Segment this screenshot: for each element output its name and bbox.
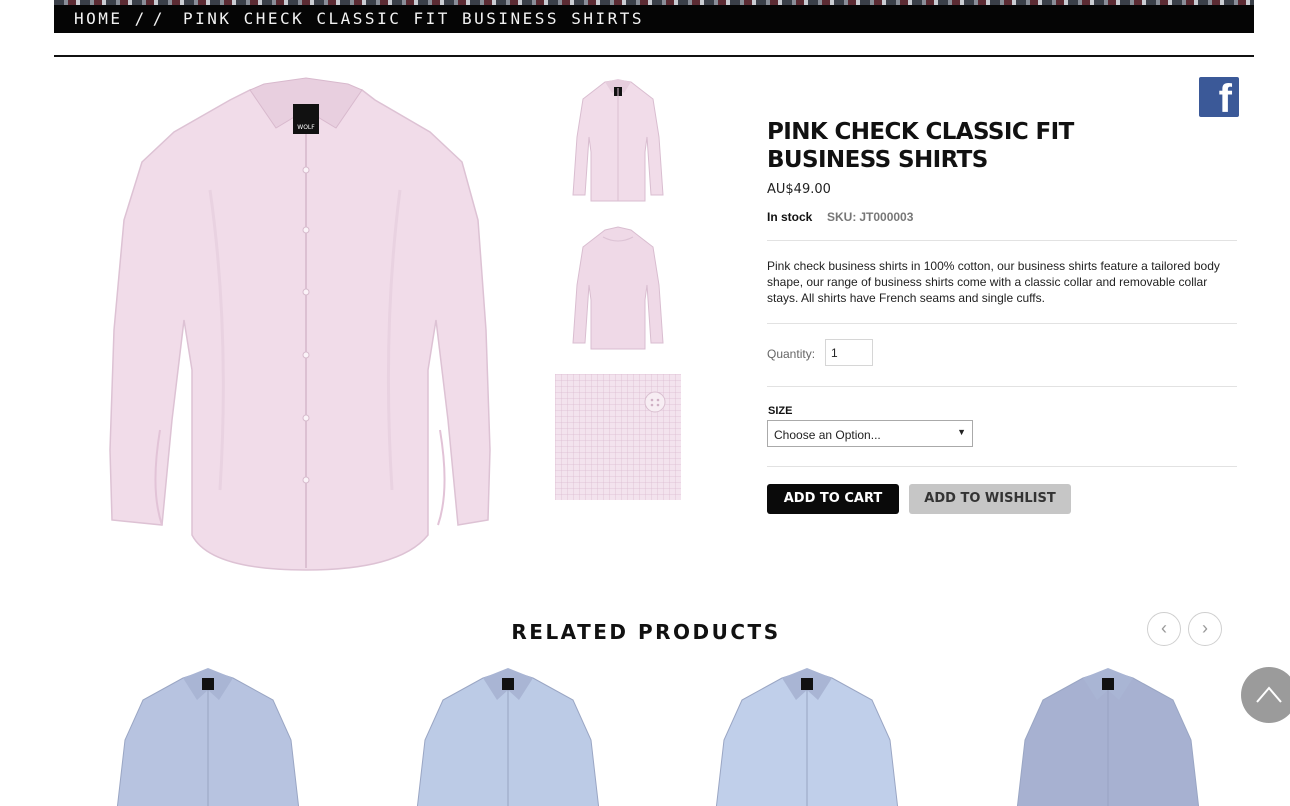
product-price: AU$49.00 xyxy=(767,182,831,197)
product-description: Pink check business shirts in 100% cotto… xyxy=(767,259,1220,305)
scroll-to-top-button[interactable] xyxy=(1241,667,1290,723)
related-product-3[interactable] xyxy=(712,660,902,806)
size-select[interactable]: Choose an Option... ▼ xyxy=(767,420,973,447)
facebook-share-icon[interactable]: f xyxy=(1199,77,1239,121)
header-divider xyxy=(54,55,1254,57)
chevron-down-icon: ▼ xyxy=(957,427,966,437)
product-thumbnail-fabric[interactable] xyxy=(555,374,681,500)
quantity-label: Quantity: xyxy=(767,347,816,361)
add-to-wishlist-button[interactable]: ADD TO WISHLIST xyxy=(909,484,1071,514)
product-thumbnail-front[interactable] xyxy=(555,77,681,203)
breadcrumb-current: PINK CHECK CLASSIC FIT BUSINESS SHIRTS xyxy=(182,9,644,28)
related-product-1[interactable] xyxy=(113,660,303,806)
quantity-input[interactable] xyxy=(825,339,873,366)
divider xyxy=(767,240,1237,241)
related-product-4[interactable] xyxy=(1013,660,1203,806)
product-thumbnail-back[interactable] xyxy=(555,225,681,351)
breadcrumb: HOME / / PINK CHECK CLASSIC FIT BUSINESS S… xyxy=(74,9,644,28)
related-prev-button[interactable]: ‹ xyxy=(1147,612,1181,646)
divider xyxy=(767,386,1237,387)
sku-display: SKU: JT000003 xyxy=(827,210,913,224)
divider xyxy=(767,323,1237,324)
product-main-image[interactable]: WOLF xyxy=(100,70,500,580)
shirt-label-text: WOLF xyxy=(297,124,315,131)
add-to-cart-button[interactable]: ADD TO CART xyxy=(767,484,899,514)
related-shirt-label xyxy=(202,678,214,690)
header-banner-strip xyxy=(54,0,1254,5)
related-shirt-label xyxy=(801,678,813,690)
breadcrumb-bar: HOME / / PINK CHECK CLASSIC FIT BUSINESS S… xyxy=(54,0,1254,33)
size-label: SIZE xyxy=(768,405,793,417)
related-shirt-label xyxy=(1102,678,1114,690)
related-products-heading: RELATED PRODUCTS xyxy=(511,620,781,644)
stock-status: In stock xyxy=(767,210,813,224)
related-shirt-label xyxy=(502,678,514,690)
sku-value: JT000003 xyxy=(859,210,914,224)
divider xyxy=(767,466,1237,467)
chevron-up-icon xyxy=(1256,686,1282,703)
breadcrumb-home-link[interactable]: HOME / xyxy=(74,9,147,28)
size-select-value: Choose an Option... xyxy=(774,428,881,442)
breadcrumb-separator: / xyxy=(152,9,165,28)
related-next-button[interactable]: › xyxy=(1188,612,1222,646)
related-product-2[interactable] xyxy=(413,660,603,806)
sku-label: SKU: xyxy=(827,210,857,224)
product-title: PINK CHECK CLASSIC FIT BUSINESS SHIRTS xyxy=(767,119,1074,173)
facebook-f-glyph: f xyxy=(1218,77,1232,121)
